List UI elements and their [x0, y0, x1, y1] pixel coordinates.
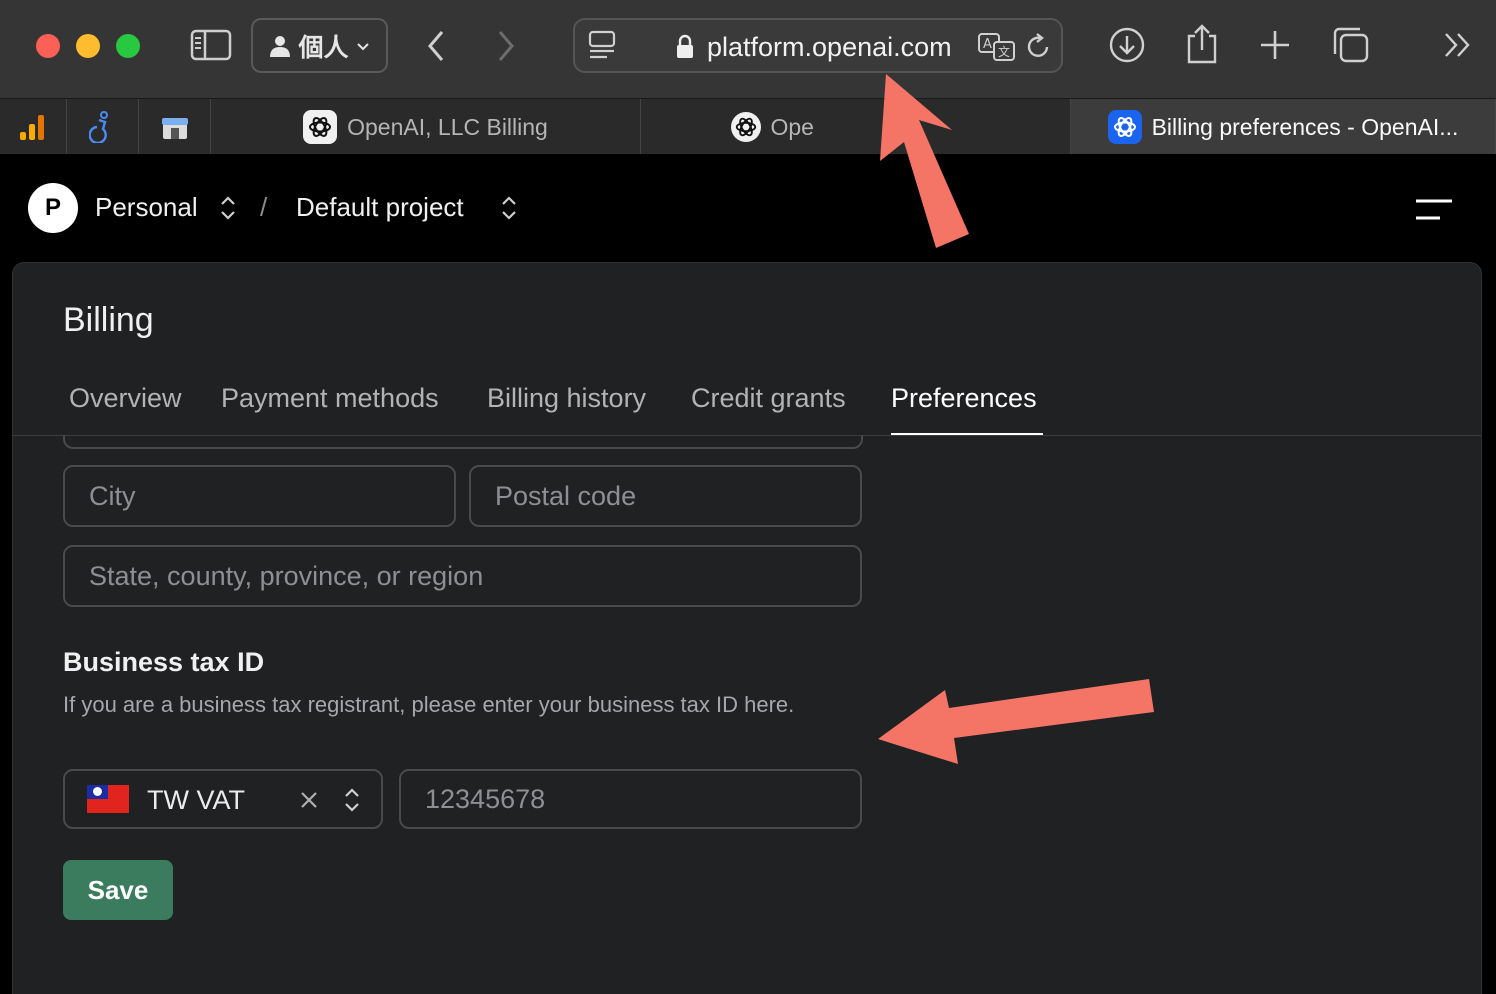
tax-type-select[interactable]: TW VAT	[63, 769, 383, 829]
avatar[interactable]: P	[28, 183, 78, 233]
svg-text:文: 文	[998, 44, 1010, 59]
tab-overview[interactable]: Overview	[69, 383, 182, 414]
tab-payment-methods[interactable]: Payment methods	[221, 383, 439, 414]
page-title: Billing	[63, 301, 154, 339]
profile-button[interactable]: 個人	[251, 18, 388, 73]
tab-openai-billing[interactable]: OpenAI, LLC Billing	[211, 99, 641, 155]
tab-label: Billing preferences - OpenAI...	[1151, 113, 1459, 140]
breadcrumb-separator: /	[260, 192, 268, 222]
reader-icon[interactable]	[587, 30, 617, 62]
clear-icon[interactable]	[299, 790, 319, 810]
pinned-tab-analytics[interactable]	[0, 99, 67, 155]
tab-billing-history[interactable]: Billing history	[487, 383, 646, 414]
address-bar[interactable]: platform.openai.com A文	[573, 18, 1063, 73]
city-input[interactable]	[65, 467, 454, 525]
zoom-window-button[interactable]	[116, 34, 140, 58]
more-chevrons-icon[interactable]	[1442, 30, 1474, 60]
tax-id-description: If you are a business tax registrant, pl…	[63, 692, 795, 717]
chevron-down-icon	[356, 42, 369, 50]
forward-icon[interactable]	[492, 26, 520, 66]
store-icon	[161, 118, 188, 139]
tax-id-field[interactable]	[399, 769, 862, 829]
share-icon[interactable]	[1184, 22, 1220, 66]
tax-id-heading: Business tax ID	[63, 647, 265, 677]
openai-logo-icon	[1107, 110, 1142, 144]
postal-code-field[interactable]	[469, 465, 862, 527]
tab-billing-preferences[interactable]: Billing preferences - OpenAI...	[1071, 99, 1496, 155]
menu-icon[interactable]	[1414, 198, 1454, 222]
pinned-tab-accessibility[interactable]	[67, 99, 139, 155]
accessibility-icon	[88, 111, 108, 143]
pinned-tab-store[interactable]	[139, 99, 211, 155]
tax-id-input[interactable]	[401, 771, 860, 827]
org-switcher[interactable]: Personal	[95, 192, 198, 223]
minimize-window-button[interactable]	[76, 34, 100, 58]
back-icon[interactable]	[422, 26, 450, 66]
state-field[interactable]	[63, 545, 862, 607]
chevron-updown-icon[interactable]	[500, 194, 518, 222]
translate-icon[interactable]: A文	[977, 32, 1017, 62]
app-header: P Personal / Default project	[0, 154, 1496, 262]
billing-panel: Billing Overview Payment methods Billing…	[12, 262, 1482, 994]
postal-code-input[interactable]	[471, 467, 860, 525]
svg-text:A: A	[983, 37, 992, 52]
openai-logo-icon	[303, 110, 338, 144]
tab-credit-grants[interactable]: Credit grants	[691, 383, 846, 414]
url-text: platform.openai.com	[707, 32, 952, 62]
tab-overview-icon[interactable]	[1332, 26, 1370, 64]
state-input[interactable]	[65, 547, 860, 605]
city-field[interactable]	[63, 465, 456, 527]
save-button[interactable]: Save	[63, 860, 173, 920]
tax-type-value: TW VAT	[147, 785, 245, 815]
project-switcher[interactable]: Default project	[296, 192, 464, 223]
chevron-updown-icon[interactable]	[219, 194, 237, 222]
tab-openai[interactable]: Ope	[641, 99, 1071, 155]
browser-toolbar: 個人 platform.openai.com A文	[0, 0, 1496, 98]
address-line-field-partial[interactable]	[63, 435, 863, 449]
taiwan-flag-icon	[87, 785, 129, 813]
openai-logo-icon	[730, 112, 761, 142]
sidebar-toggle-icon[interactable]	[190, 28, 232, 62]
person-icon	[270, 35, 291, 57]
new-tab-icon[interactable]	[1258, 28, 1292, 62]
lock-icon	[675, 34, 695, 60]
chevron-updown-icon[interactable]	[343, 786, 361, 814]
close-window-button[interactable]	[36, 34, 60, 58]
downloads-icon[interactable]	[1108, 26, 1146, 64]
reload-icon[interactable]	[1025, 32, 1053, 62]
tab-label: Ope	[770, 113, 814, 140]
analytics-icon	[20, 115, 44, 140]
tab-label: OpenAI, LLC Billing	[347, 113, 548, 140]
tab-preferences[interactable]: Preferences	[891, 383, 1037, 414]
profile-label: 個人	[298, 32, 349, 62]
browser-tab-bar: OpenAI, LLC Billing Ope Billing preferen…	[0, 98, 1496, 155]
